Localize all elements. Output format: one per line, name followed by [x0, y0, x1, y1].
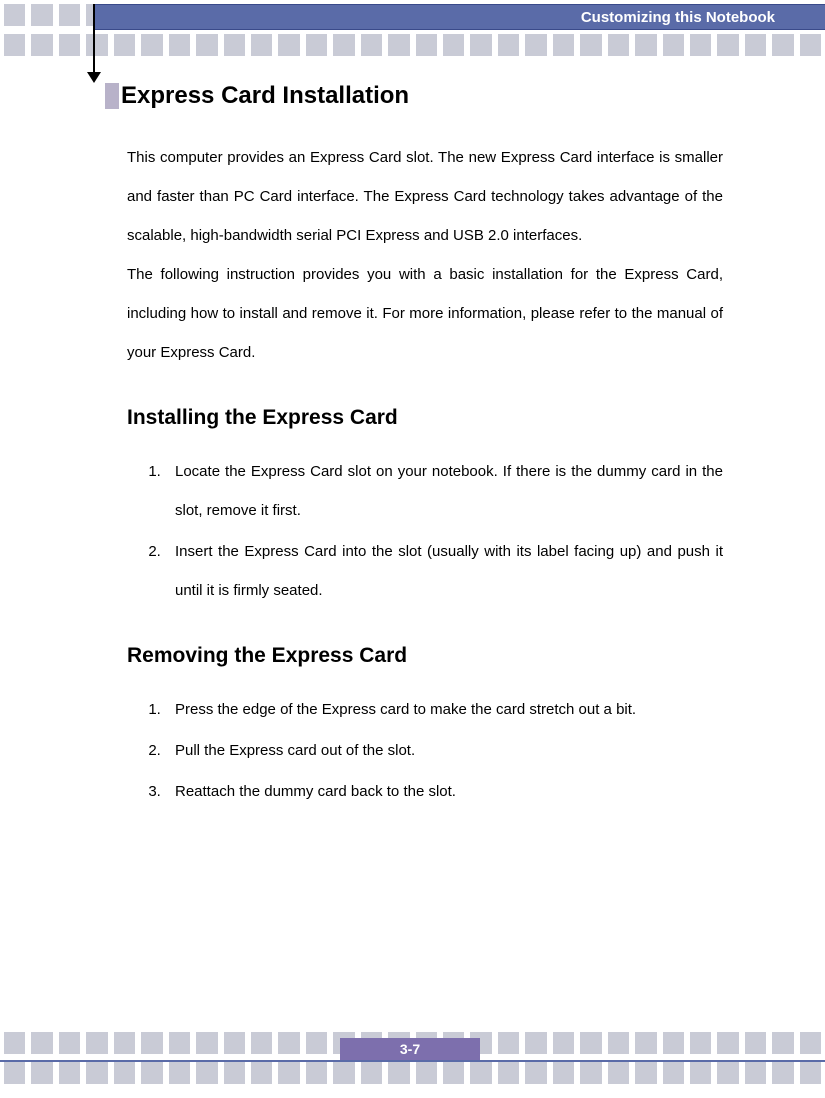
- decor-band-bot-2: [0, 1062, 825, 1086]
- decor-band-top-2: [0, 34, 825, 58]
- page-number-text: 3-7: [400, 1041, 420, 1057]
- intro-paragraph-1: This computer provides an Express Card s…: [127, 138, 723, 255]
- install-step: Locate the Express Card slot on your not…: [165, 452, 723, 530]
- page-heading: Express Card Installation: [121, 82, 409, 110]
- title-row: Express Card Installation: [105, 82, 745, 110]
- remove-steps-list: Press the edge of the Express card to ma…: [165, 690, 745, 811]
- install-step: Insert the Express Card into the slot (u…: [165, 532, 723, 610]
- remove-step: Pull the Express card out of the slot.: [165, 731, 723, 770]
- arrow-line-icon: [93, 4, 95, 78]
- header-title: Customizing this Notebook: [581, 9, 775, 26]
- header-bar: Customizing this Notebook: [95, 4, 825, 30]
- remove-heading: Removing the Express Card: [127, 644, 745, 668]
- footer-rule: [0, 1060, 825, 1062]
- remove-step: Press the edge of the Express card to ma…: [165, 690, 723, 729]
- install-heading: Installing the Express Card: [127, 406, 745, 430]
- page-number: 3-7: [340, 1038, 480, 1060]
- intro-paragraph-2: The following instruction provides you w…: [127, 255, 723, 372]
- content-area: Express Card Installation This computer …: [105, 82, 745, 813]
- install-steps-list: Locate the Express Card slot on your not…: [165, 452, 745, 610]
- arrow-head-icon: [87, 72, 101, 83]
- title-marker-icon: [105, 83, 119, 109]
- remove-step: Reattach the dummy card back to the slot…: [165, 772, 723, 811]
